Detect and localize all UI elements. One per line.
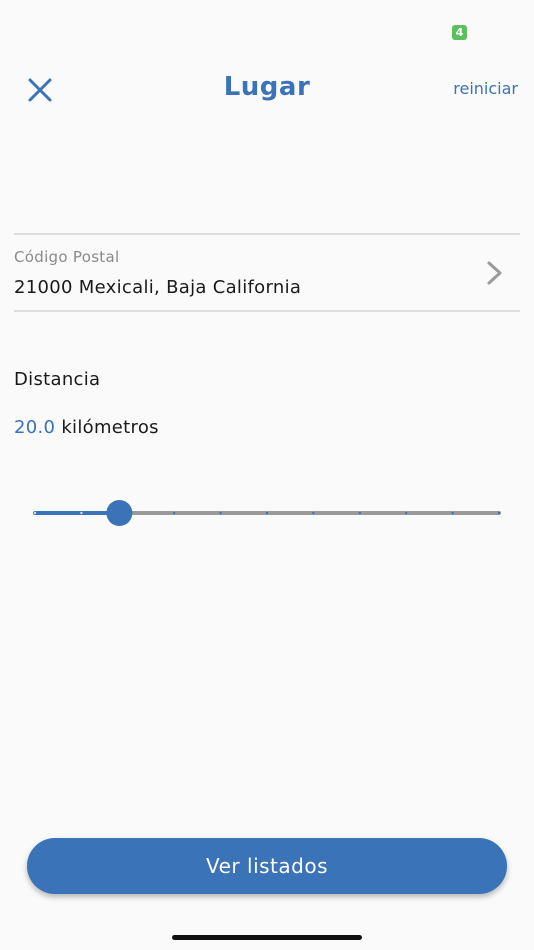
location-filter-screen: 4 Lugar reiniciar Código Postal 21000 Me… xyxy=(0,0,534,950)
slider-tick xyxy=(312,511,315,515)
slider-tick xyxy=(451,511,454,515)
postal-code-value: 21000 Mexicali, Baja California xyxy=(14,277,302,298)
slider-thumb[interactable] xyxy=(106,500,133,526)
divider-bottom xyxy=(14,310,520,312)
view-listings-button[interactable]: Ver listados xyxy=(27,838,507,894)
slider-tick xyxy=(173,511,176,515)
slider-tick xyxy=(405,511,408,515)
slider-tick xyxy=(265,511,269,515)
slider-tick xyxy=(80,511,83,515)
slider-tick xyxy=(219,511,222,515)
distance-value: 20.0 xyxy=(14,417,56,438)
distance-readout: 20.0 kilómetros xyxy=(14,417,159,438)
home-indicator xyxy=(172,935,362,940)
divider-top xyxy=(14,233,520,235)
postal-code-selector[interactable]: Código Postal 21000 Mexicali, Baja Calif… xyxy=(14,236,520,310)
slider-tick xyxy=(358,511,361,515)
slider-tick xyxy=(33,511,37,515)
chevron-right-icon xyxy=(487,261,502,285)
distance-label: Distancia xyxy=(14,369,101,390)
slider-track xyxy=(33,500,501,526)
notification-badge: 4 xyxy=(452,25,467,40)
view-listings-label: Ver listados xyxy=(206,854,328,878)
postal-code-label: Código Postal xyxy=(14,248,120,266)
slider-tick xyxy=(497,511,501,515)
distance-slider[interactable] xyxy=(33,500,501,526)
distance-unit: kilómetros xyxy=(61,417,159,438)
reset-button[interactable]: reiniciar xyxy=(453,79,518,98)
